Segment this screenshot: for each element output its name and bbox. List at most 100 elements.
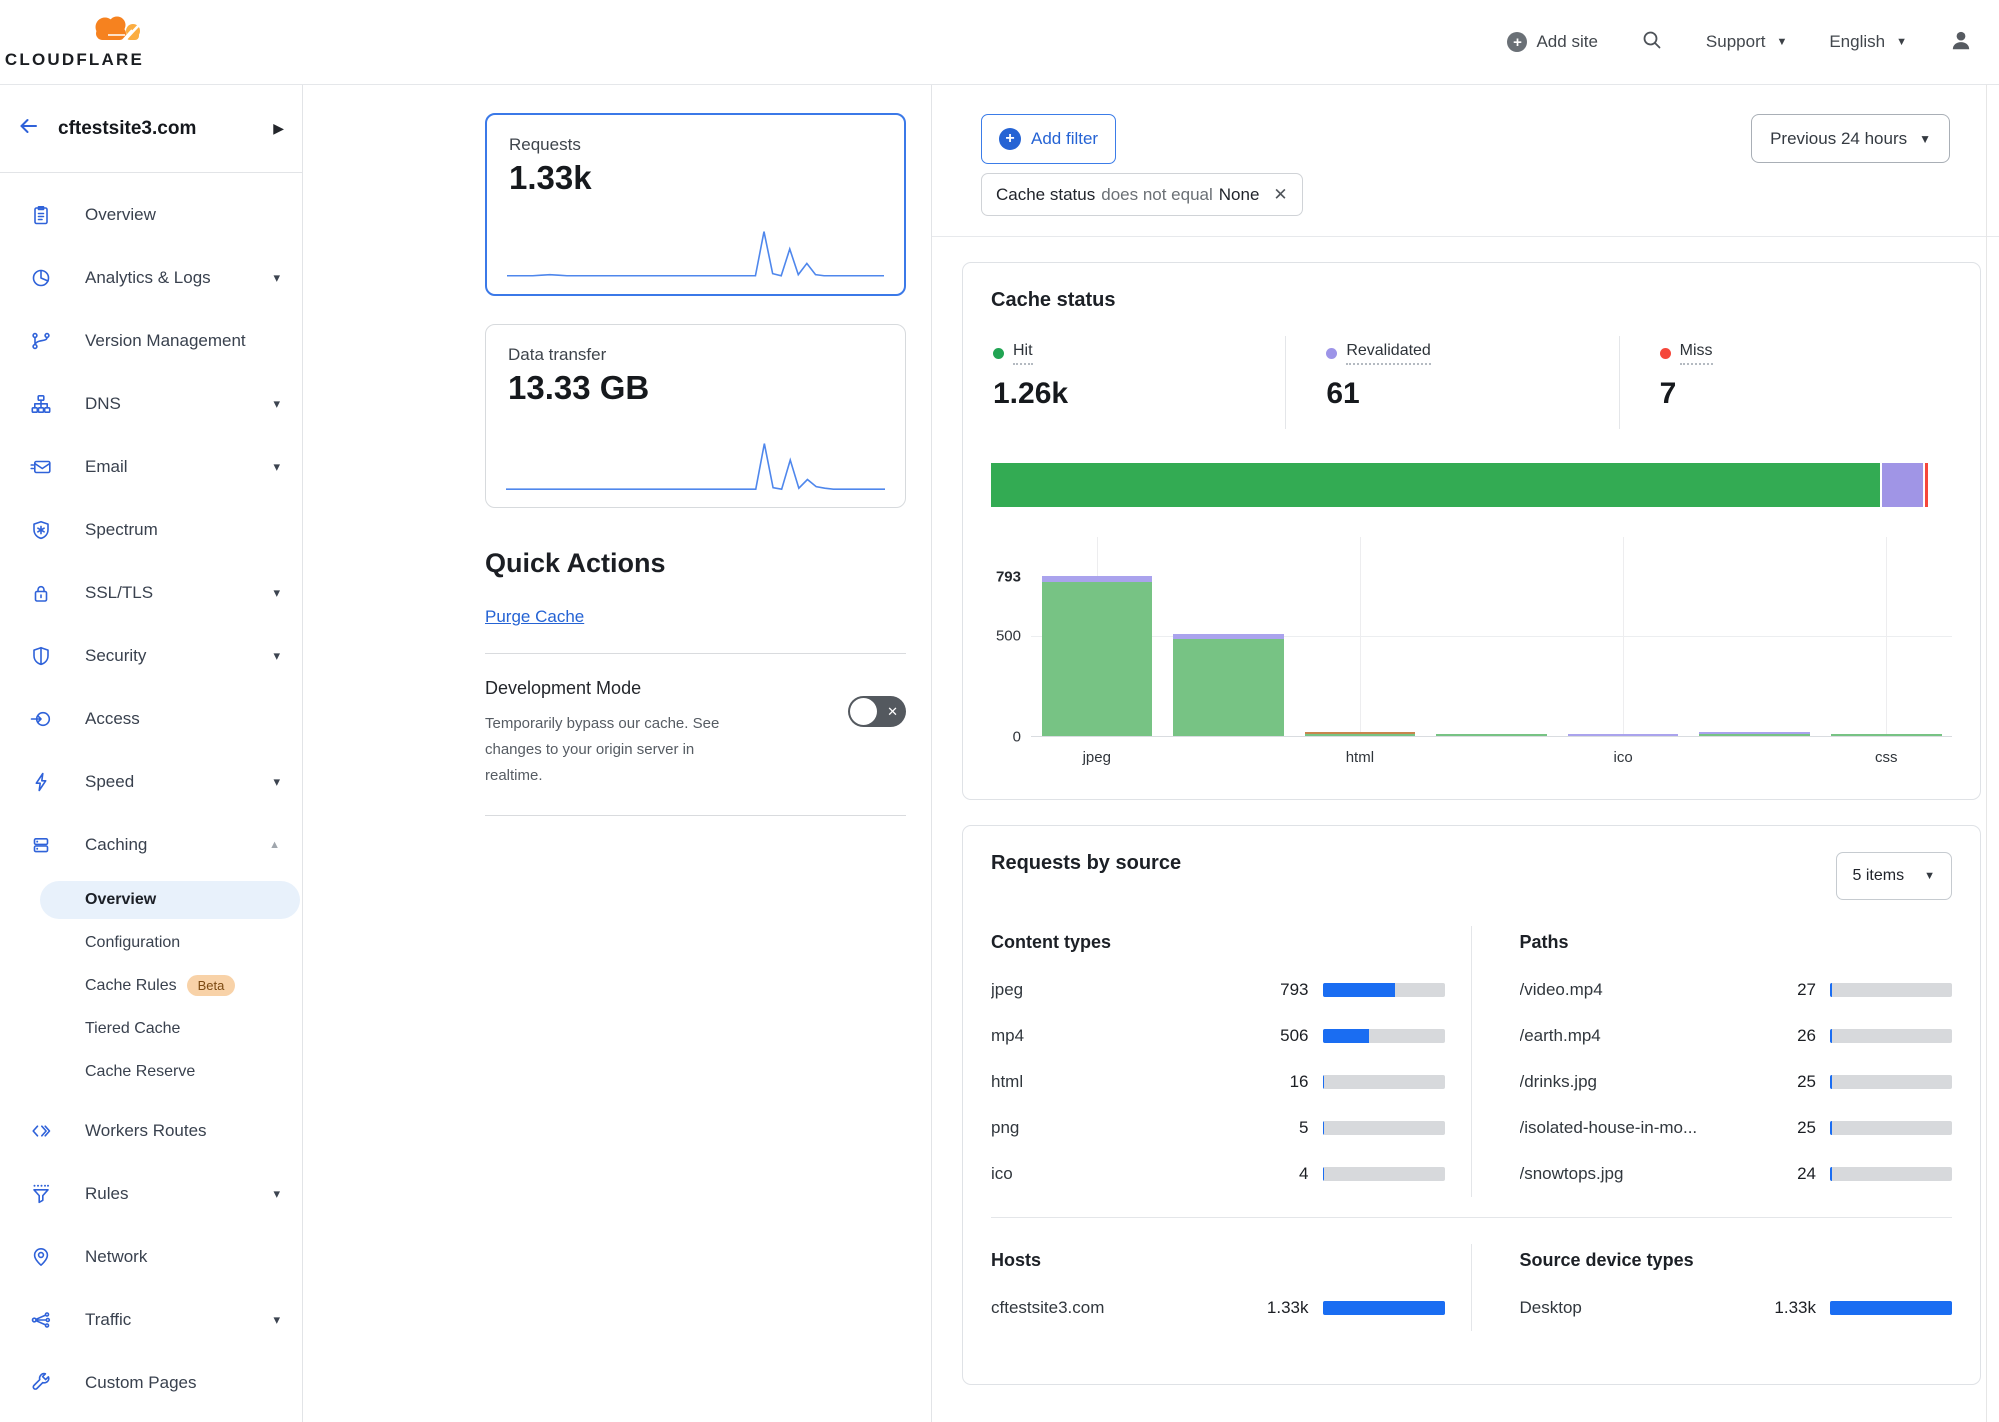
sidebar-item-security[interactable]: Security ▾ bbox=[0, 624, 302, 687]
top-header: CLOUDFLARE + Add site Support ▼ English … bbox=[0, 0, 1999, 84]
plus-circle-icon: + bbox=[1507, 32, 1527, 52]
row-value: 24 bbox=[1760, 1164, 1816, 1184]
envelope-icon bbox=[30, 456, 52, 478]
data-transfer-card-value: 13.33 GB bbox=[508, 369, 883, 407]
bar-segment-hit bbox=[1042, 582, 1153, 736]
sidebar-item-overview[interactable]: Overview bbox=[0, 183, 302, 246]
sidebar-item-version-management[interactable]: Version Management bbox=[0, 309, 302, 372]
bar-group-css bbox=[1820, 576, 1952, 736]
development-mode-toggle[interactable]: ✕ bbox=[848, 696, 906, 727]
bar-group-html bbox=[1294, 576, 1426, 736]
sidebar-item-caching[interactable]: Caching ▲ bbox=[0, 813, 302, 876]
source-section-title: Hosts bbox=[991, 1250, 1445, 1271]
items-count-selector[interactable]: 5 items ▼ bbox=[1836, 852, 1952, 900]
chevron-down-icon: ▾ bbox=[273, 1186, 280, 1202]
divider bbox=[485, 653, 906, 654]
submenu-item-cache-reserve[interactable]: Cache Reserve bbox=[0, 1050, 302, 1093]
row-label: Desktop bbox=[1520, 1298, 1761, 1318]
paths-section: Paths/video.mp427/earth.mp426/drinks.jpg… bbox=[1472, 926, 1953, 1197]
back-arrow-icon[interactable] bbox=[16, 114, 42, 143]
development-mode-row: Development Mode Temporarily bypass our … bbox=[485, 678, 906, 789]
progress-bar bbox=[1830, 1121, 1952, 1135]
legend-label[interactable]: Revalidated bbox=[1346, 342, 1431, 365]
list-row: Desktop1.33k bbox=[1520, 1285, 1953, 1331]
row-value: 4 bbox=[1253, 1164, 1309, 1184]
source-section-title: Source device types bbox=[1520, 1250, 1953, 1271]
map-pin-icon bbox=[30, 1246, 52, 1268]
submenu-item-cache-rules[interactable]: Cache Rules Beta bbox=[0, 964, 302, 1007]
bar-segment-hit bbox=[1305, 734, 1416, 736]
sidebar: cftestsite3.com ▶ Overview Analytics & L… bbox=[0, 85, 303, 1422]
development-mode-description: Temporarily bypass our cache. See change… bbox=[485, 711, 747, 789]
progress-bar bbox=[1323, 983, 1445, 997]
row-label: mp4 bbox=[991, 1026, 1253, 1046]
submenu-item-overview-active[interactable]: Overview bbox=[0, 878, 302, 921]
sidebar-item-speed[interactable]: Speed ▾ bbox=[0, 750, 302, 813]
sidebar-item-email[interactable]: Email ▾ bbox=[0, 435, 302, 498]
list-row: /isolated-house-in-mo...25 bbox=[1520, 1105, 1953, 1151]
source-section-title: Paths bbox=[1520, 932, 1953, 953]
hierarchy-icon bbox=[30, 393, 52, 415]
caching-submenu: Overview Configuration Cache Rules Beta … bbox=[0, 878, 302, 1093]
sidebar-item-network[interactable]: Network bbox=[0, 1225, 302, 1288]
user-menu[interactable] bbox=[1949, 28, 1973, 57]
progress-bar bbox=[1830, 1301, 1952, 1315]
sidebar-item-rules[interactable]: Rules ▾ bbox=[0, 1162, 302, 1225]
sidebar-item-dns[interactable]: DNS ▾ bbox=[0, 372, 302, 435]
search-button[interactable] bbox=[1640, 28, 1664, 57]
scrollbar-track[interactable] bbox=[1986, 84, 1987, 1422]
pie-chart-icon bbox=[30, 267, 52, 289]
row-value: 25 bbox=[1760, 1118, 1816, 1138]
stacked-segment-miss bbox=[1923, 463, 1928, 507]
time-range-selector[interactable]: Previous 24 hours ▼ bbox=[1751, 114, 1950, 163]
chevron-down-icon: ▼ bbox=[1896, 36, 1907, 48]
row-value: 1.33k bbox=[1760, 1298, 1816, 1318]
add-site-button[interactable]: + Add site bbox=[1507, 32, 1597, 52]
sidebar-item-access[interactable]: Access bbox=[0, 687, 302, 750]
row-value: 5 bbox=[1253, 1118, 1309, 1138]
legend-label[interactable]: Hit bbox=[1013, 342, 1033, 365]
sidebar-item-spectrum[interactable]: Spectrum bbox=[0, 498, 302, 561]
sidebar-item-analytics-logs[interactable]: Analytics & Logs ▾ bbox=[0, 246, 302, 309]
bar-group-unlabeled-1 bbox=[1163, 576, 1295, 736]
row-label: cftestsite3.com bbox=[991, 1298, 1253, 1318]
language-menu[interactable]: English ▼ bbox=[1829, 32, 1907, 52]
search-icon bbox=[1640, 28, 1664, 57]
data-transfer-card[interactable]: Data transfer 13.33 GB bbox=[485, 324, 906, 508]
content-types-section: Content typesjpeg793mp4506html16png5ico4 bbox=[991, 926, 1472, 1197]
sidebar-item-traffic[interactable]: Traffic ▾ bbox=[0, 1288, 302, 1351]
analytics-content: + Add filter Previous 24 hours ▼ Cache s… bbox=[932, 85, 1999, 1422]
hosts-section: Hostscftestsite3.com1.33k bbox=[991, 1244, 1472, 1331]
support-menu[interactable]: Support ▼ bbox=[1706, 32, 1787, 52]
row-value: 26 bbox=[1760, 1026, 1816, 1046]
chevron-up-icon: ▲ bbox=[269, 839, 280, 851]
legend-label[interactable]: Miss bbox=[1680, 342, 1713, 365]
requests-card-value: 1.33k bbox=[509, 159, 882, 197]
sidebar-item-workers-routes[interactable]: Workers Routes bbox=[0, 1099, 302, 1162]
padlock-icon bbox=[30, 582, 52, 604]
share-nodes-icon bbox=[30, 1309, 52, 1331]
add-filter-button[interactable]: + Add filter bbox=[981, 114, 1116, 164]
submenu-item-tiered-cache[interactable]: Tiered Cache bbox=[0, 1007, 302, 1050]
quick-actions-title: Quick Actions bbox=[485, 548, 906, 579]
sidebar-item-ssl-tls[interactable]: SSL/TLS ▾ bbox=[0, 561, 302, 624]
row-label: html bbox=[991, 1072, 1253, 1092]
legend-dot bbox=[1660, 348, 1671, 359]
close-icon[interactable]: ✕ bbox=[1273, 185, 1287, 205]
user-icon bbox=[1949, 28, 1973, 57]
filter-chip[interactable]: Cache status does not equal None ✕ bbox=[981, 173, 1303, 216]
sidebar-item-custom-pages[interactable]: Custom Pages bbox=[0, 1351, 302, 1414]
chevron-right-icon[interactable]: ▶ bbox=[273, 120, 284, 137]
purge-cache-link[interactable]: Purge Cache bbox=[485, 607, 584, 627]
shield-star-icon bbox=[30, 519, 52, 541]
x-tick-label: jpeg bbox=[1083, 749, 1111, 766]
requests-card[interactable]: Requests 1.33k bbox=[485, 113, 906, 296]
filter-toolbar: + Add filter Previous 24 hours ▼ bbox=[932, 85, 1999, 164]
submenu-item-configuration[interactable]: Configuration bbox=[0, 921, 302, 964]
cache-status-stat-hit: Hit1.26k bbox=[991, 336, 1285, 429]
row-label: /earth.mp4 bbox=[1520, 1026, 1761, 1046]
plus-circle-icon: + bbox=[999, 128, 1021, 150]
cloudflare-logo[interactable]: CLOUDFLARE bbox=[20, 14, 144, 70]
bar-segment-revalidated bbox=[1568, 734, 1679, 736]
lightning-icon bbox=[30, 771, 52, 793]
